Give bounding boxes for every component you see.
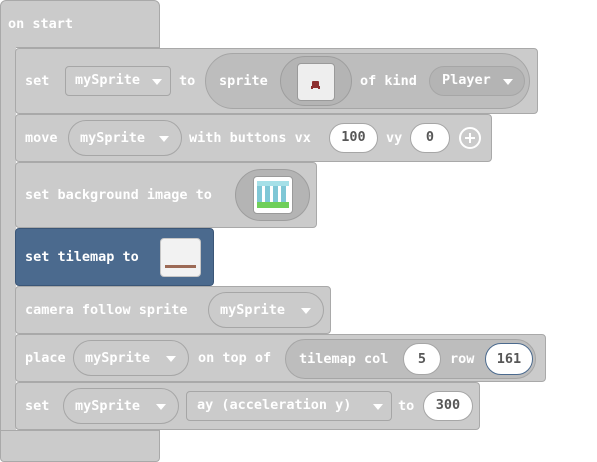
set-acceleration-block[interactable]: set mySprite ay (acceleration y) to 300 xyxy=(15,382,480,430)
sprite-of-kind-reporter[interactable]: sprite of kind Player xyxy=(205,53,530,109)
tilemap-image-thumbnail[interactable] xyxy=(160,238,201,277)
chevron-down-icon xyxy=(301,308,311,314)
vx-input[interactable]: 100 xyxy=(329,123,378,153)
on-start-label: on start xyxy=(8,16,74,32)
row-input[interactable]: 161 xyxy=(485,343,533,375)
variable-dropdown-mysprite[interactable]: mySprite xyxy=(65,66,171,96)
move-label: move xyxy=(25,130,58,146)
expand-plus-button[interactable] xyxy=(459,127,481,149)
acceleration-value-input[interactable]: 300 xyxy=(423,391,473,421)
chevron-down-icon xyxy=(152,79,162,85)
with-buttons-vx-label: with buttons vx xyxy=(189,130,311,146)
player-sprite-legs xyxy=(311,86,320,89)
camera-follow-sprite-block[interactable]: camera follow sprite mySprite xyxy=(15,286,331,334)
sprite-image-thumbnail[interactable] xyxy=(297,63,335,101)
tilemap-floor xyxy=(165,265,196,268)
background-image-slot[interactable] xyxy=(235,169,310,221)
background-image-thumbnail[interactable] xyxy=(253,176,293,214)
chevron-down-icon xyxy=(159,136,169,142)
plus-icon-vertical xyxy=(469,133,471,143)
set-label: set xyxy=(25,73,50,89)
tilemap-location-reporter[interactable]: tilemap col 5 row 161 xyxy=(285,339,536,379)
chevron-down-icon xyxy=(156,404,166,410)
variable-dropdown-mysprite[interactable]: mySprite xyxy=(73,340,189,376)
variable-dropdown-label: mySprite xyxy=(75,398,141,414)
chevron-down-icon xyxy=(166,356,176,362)
camera-follow-sprite-label: camera follow sprite xyxy=(25,302,188,318)
chevron-down-icon xyxy=(373,404,383,410)
vy-input[interactable]: 0 xyxy=(410,123,450,153)
variable-dropdown-label: mySprite xyxy=(75,72,141,88)
variable-dropdown-label: mySprite xyxy=(85,350,151,366)
set-tilemap-block[interactable]: set tilemap to xyxy=(15,228,214,286)
sprite-image-slot[interactable] xyxy=(280,56,352,106)
sprite-label: sprite xyxy=(219,73,268,89)
kind-dropdown-player[interactable]: Player xyxy=(429,66,525,96)
property-dropdown-label: ay (acceleration y) xyxy=(197,397,352,413)
chevron-down-icon xyxy=(503,79,513,85)
set-background-image-block[interactable]: set background image to xyxy=(15,162,317,228)
place-label: place xyxy=(25,350,66,366)
variable-dropdown-label: mySprite xyxy=(80,130,146,146)
col-input[interactable]: 5 xyxy=(403,343,441,375)
to-label: to xyxy=(179,73,196,89)
set-label: set xyxy=(25,398,50,414)
set-background-image-label: set background image to xyxy=(25,187,212,203)
set-sprite-block[interactable]: set mySprite to sprite of kind Player xyxy=(15,48,538,114)
on-start-footer xyxy=(0,430,160,462)
vy-label: vy xyxy=(386,130,403,146)
move-with-buttons-block[interactable]: move mySprite with buttons vx 100 vy 0 xyxy=(15,114,492,162)
of-kind-label: of kind xyxy=(360,73,417,89)
row-label: row xyxy=(450,351,475,367)
place-on-top-of-block[interactable]: place mySprite on top of tilemap col 5 r… xyxy=(15,334,546,382)
background-pillars xyxy=(257,186,289,202)
property-dropdown[interactable]: ay (acceleration y) xyxy=(186,391,392,421)
variable-dropdown-mysprite[interactable]: mySprite xyxy=(63,388,179,424)
on-top-of-label: on top of xyxy=(198,350,272,366)
variable-dropdown-label: mySprite xyxy=(220,302,286,318)
set-tilemap-label: set tilemap to xyxy=(25,249,139,265)
to-label: to xyxy=(398,398,415,414)
tilemap-col-label: tilemap col xyxy=(299,351,389,367)
on-start-c-arm xyxy=(0,44,16,434)
variable-dropdown-mysprite[interactable]: mySprite xyxy=(208,292,324,328)
kind-dropdown-label: Player xyxy=(442,72,491,88)
background-grass xyxy=(257,202,289,208)
variable-dropdown-mysprite[interactable]: mySprite xyxy=(68,120,182,156)
